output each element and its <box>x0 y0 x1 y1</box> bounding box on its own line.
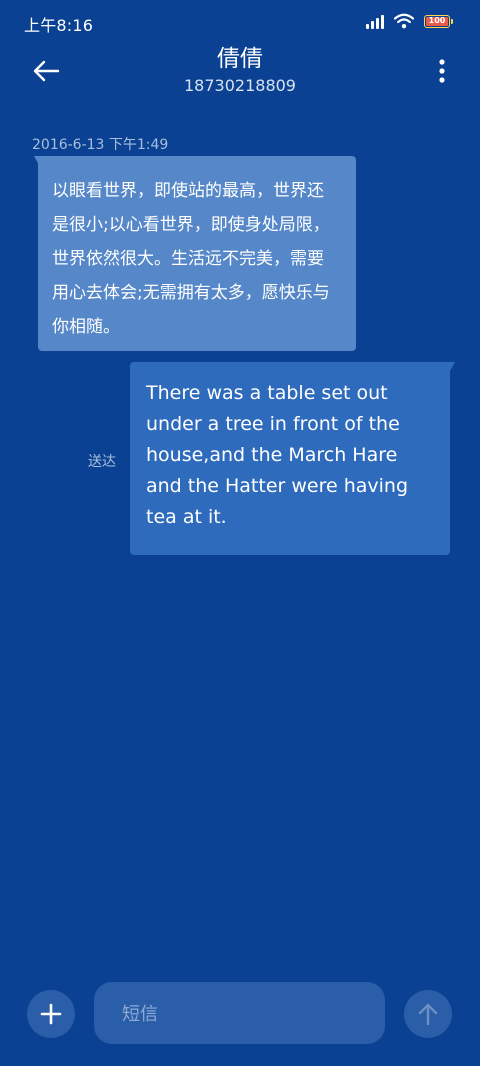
send-arrow-up-icon <box>418 1003 438 1026</box>
contact-phone-number: 18730218809 <box>184 76 296 95</box>
contact-name[interactable]: 倩倩 <box>0 44 480 74</box>
outgoing-message-bubble[interactable]: There was a table set out under a tree i… <box>130 362 455 555</box>
more-options-button[interactable] <box>438 58 446 84</box>
send-button[interactable] <box>404 990 452 1038</box>
status-bar: 上午8:16 100 <box>0 0 480 44</box>
more-vertical-icon <box>439 59 445 83</box>
message-input[interactable]: 短信 <box>94 982 385 1044</box>
battery-icon: 100 <box>424 14 453 28</box>
message-input-placeholder: 短信 <box>122 1004 158 1025</box>
delivery-status: 送达 <box>88 454 116 470</box>
incoming-message-bubble[interactable]: 以眼看世界，即使站的最高，世界还是很小;以心看世界，即使身处局限，世界依然很大。… <box>34 156 356 351</box>
status-time: 上午8:16 <box>24 16 94 35</box>
message-timestamp: 2016-6-13 下午1:49 <box>32 137 169 153</box>
battery-level-text: 100 <box>428 16 446 25</box>
status-icons: 100 <box>366 13 453 29</box>
wifi-icon <box>394 13 414 29</box>
plus-icon <box>40 1003 62 1025</box>
signal-icon <box>366 13 384 29</box>
add-attachment-button[interactable] <box>27 990 75 1038</box>
conversation-header: 倩倩 18730218809 <box>0 44 480 104</box>
